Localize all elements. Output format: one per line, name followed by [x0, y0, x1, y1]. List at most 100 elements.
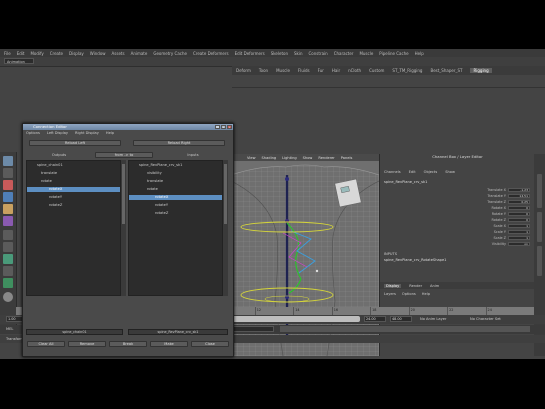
layout-persp-outliner-icon[interactable]	[3, 254, 13, 264]
shelf-tab-rigging[interactable]: Rigging	[470, 68, 492, 73]
shelf-tab-hair[interactable]: Hair	[332, 68, 340, 73]
playback-end-field[interactable]: 24.00	[364, 316, 386, 322]
shelf-tab-muscle[interactable]: Muscle	[276, 68, 290, 73]
menu-help[interactable]: Help	[415, 51, 424, 56]
viewport-menu-shading[interactable]: Shading	[262, 156, 277, 160]
menu-edit[interactable]: Edit	[17, 51, 25, 56]
list-item[interactable]: visibility	[129, 171, 222, 176]
command-language-label[interactable]: MEL	[6, 327, 13, 331]
channel-attr-row[interactable]: Rotate Y0	[450, 212, 530, 217]
channel-attr-value[interactable]: 0.25	[508, 200, 530, 204]
inputs-scrollbar[interactable]	[223, 160, 228, 296]
lasso-tool-icon[interactable]	[3, 168, 13, 178]
side-tab-channel-box[interactable]	[537, 246, 542, 276]
channel-attr-row[interactable]: Translate X -1.23	[450, 188, 530, 193]
list-item[interactable]: rotateY	[27, 195, 120, 200]
ce-menu-right-display[interactable]: Right Display	[75, 131, 99, 135]
minimize-icon[interactable]: _	[215, 125, 220, 129]
left-object-field[interactable]: spine_chain01	[26, 329, 123, 335]
menu-skin[interactable]: Skin	[294, 51, 303, 56]
channel-attr-row[interactable]: Scale X1	[450, 224, 530, 229]
layout-single-icon[interactable]	[3, 230, 13, 240]
channel-attr-value[interactable]: 14.51	[508, 194, 530, 198]
menu-set-selector[interactable]: Animation	[4, 58, 34, 64]
menu-create[interactable]: Create	[50, 51, 63, 56]
menu-animate[interactable]: Animate	[131, 51, 148, 56]
channel-attr-value[interactable]: on	[508, 242, 530, 246]
channel-attr-value[interactable]: 0	[508, 206, 530, 210]
menu-create-deformers[interactable]: Create Deformers	[193, 51, 229, 56]
clear-all-button[interactable]: Clear All	[27, 341, 65, 347]
inputs-list[interactable]: spine_RevPlane_crv_sk1 visibility translat…	[128, 160, 223, 296]
channel-menu-channels[interactable]: Channels	[384, 170, 401, 174]
from-to-button[interactable]: from -> to	[95, 152, 153, 158]
layer-tab-render[interactable]: Render	[409, 284, 422, 288]
ce-menu-help[interactable]: Help	[106, 131, 114, 135]
shelf-tab-ncloth[interactable]: nCloth	[348, 68, 361, 73]
list-item[interactable]: spine_chain01	[27, 163, 120, 168]
scale-tool-icon[interactable]	[3, 216, 13, 226]
side-tab-attribute-editor[interactable]	[537, 174, 542, 208]
channel-attr-value[interactable]: 0	[508, 218, 530, 222]
viewport-menu-show[interactable]: Show	[303, 156, 313, 160]
character-set-selector[interactable]: No Character Set	[470, 317, 501, 321]
reload-right-button[interactable]: Reload Right	[133, 140, 225, 146]
menu-modify[interactable]: Modify	[30, 51, 43, 56]
channel-attr-row[interactable]: Translate Y 14.51	[450, 194, 530, 199]
channel-menu-show[interactable]: Show	[445, 170, 455, 174]
channel-attr-value[interactable]: 1	[508, 236, 530, 240]
layer-tab-display[interactable]: Display	[384, 283, 402, 288]
menu-assets[interactable]: Assets	[112, 51, 125, 56]
ce-menu-left-display[interactable]: Left Display	[47, 131, 68, 135]
channel-attr-row[interactable]: Rotate Z0	[450, 218, 530, 223]
outputs-list[interactable]: spine_chain01 translate rotate rotateX rotat…	[26, 160, 121, 296]
list-item[interactable]: spine_RevPlane_crv_sk1	[129, 163, 222, 168]
channel-menu-edit[interactable]: Edit	[409, 170, 416, 174]
menu-file[interactable]: File	[4, 51, 11, 56]
close-button[interactable]: Close	[191, 341, 229, 347]
end-time-field[interactable]: 48.00	[390, 316, 412, 322]
channel-attr-row[interactable]: Rotate X0	[450, 206, 530, 211]
viewport-menu-renderer[interactable]: Renderer	[318, 156, 334, 160]
layout-graph-icon[interactable]	[3, 266, 13, 276]
select-tool-icon[interactable]	[3, 156, 13, 166]
reload-left-button[interactable]: Reload Left	[29, 140, 121, 146]
menu-muscle[interactable]: Muscle	[359, 51, 373, 56]
make-button[interactable]: Make	[150, 341, 188, 347]
channel-attr-value[interactable]: 0	[508, 212, 530, 216]
list-item[interactable]: rotateX	[27, 187, 120, 192]
menu-skeleton[interactable]: Skeleton	[271, 51, 288, 56]
channel-attr-row[interactable]: Visibility on	[450, 242, 530, 247]
viewport-menu-panels[interactable]: Panels	[341, 156, 353, 160]
list-item[interactable]: translate	[27, 171, 120, 176]
list-item[interactable]: rotateZ	[129, 211, 222, 216]
right-object-field[interactable]: spine_RevPlane_crv_sk1	[128, 329, 228, 335]
list-item[interactable]: rotate	[27, 179, 120, 184]
channel-attr-row[interactable]: Scale Z1	[450, 236, 530, 241]
menu-geometry-cache[interactable]: Geometry Cache	[153, 51, 187, 56]
menu-display[interactable]: Display	[69, 51, 84, 56]
connection-editor-title[interactable]: Connection Editor	[23, 124, 233, 130]
menu-constrain[interactable]: Constrain	[309, 51, 328, 56]
shelf-tab-fluids[interactable]: Fluids	[298, 68, 310, 73]
menu-window[interactable]: Window	[90, 51, 106, 56]
channel-attr-value[interactable]: 1	[508, 224, 530, 228]
move-tool-icon[interactable]	[3, 192, 13, 202]
maximize-icon[interactable]: □	[221, 125, 226, 129]
input-node-name[interactable]: spine_RevPlane_crv_RotateShape1	[384, 258, 446, 262]
shelf-tab-st-tm-rigging[interactable]: ST_TM_Rigging	[392, 68, 422, 73]
shelf-tab-toon[interactable]: Toon	[259, 68, 268, 73]
ce-menu-options[interactable]: Options	[26, 131, 40, 135]
menu-character[interactable]: Character	[334, 51, 354, 56]
layout-four-icon[interactable]	[3, 242, 13, 252]
break-button[interactable]: Break	[109, 341, 147, 347]
shelf-tab-best-shaper-st[interactable]: Best_Shaper_ST	[430, 68, 462, 73]
side-tab-tool-settings[interactable]	[537, 212, 542, 242]
shelf-tab-fur[interactable]: Fur	[318, 68, 324, 73]
layer-tab-anim[interactable]: Anim	[430, 284, 439, 288]
menu-pipeline-cache[interactable]: Pipeline Cache	[379, 51, 408, 56]
shelf-tab-deform[interactable]: Deform	[236, 68, 251, 73]
viewport-menu-lighting[interactable]: Lighting	[282, 156, 297, 160]
outputs-scrollbar[interactable]	[121, 160, 126, 296]
layer-menu-help[interactable]: Help	[422, 292, 430, 296]
